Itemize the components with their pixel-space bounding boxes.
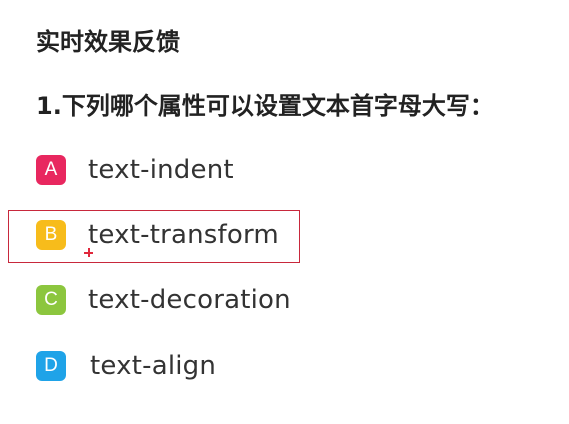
option-c-label: text-decoration [88,285,291,315]
option-d[interactable]: D text-align [36,349,216,383]
option-c[interactable]: C text-decoration [36,283,291,317]
option-d-label: text-align [90,351,217,381]
option-a[interactable]: A text-indent [36,153,234,187]
option-b-label: text-transform [88,220,279,250]
option-a-badge: A [36,155,66,185]
option-d-badge: D [36,351,66,381]
option-b[interactable]: B text-transform [36,218,279,252]
question-text: 1.下列哪个属性可以设置文本首字母大写： [36,92,494,120]
option-b-badge: B [36,220,66,250]
option-a-label: text-indent [88,155,234,185]
option-c-badge: C [36,285,66,315]
section-title: 实时效果反馈 [36,28,180,56]
